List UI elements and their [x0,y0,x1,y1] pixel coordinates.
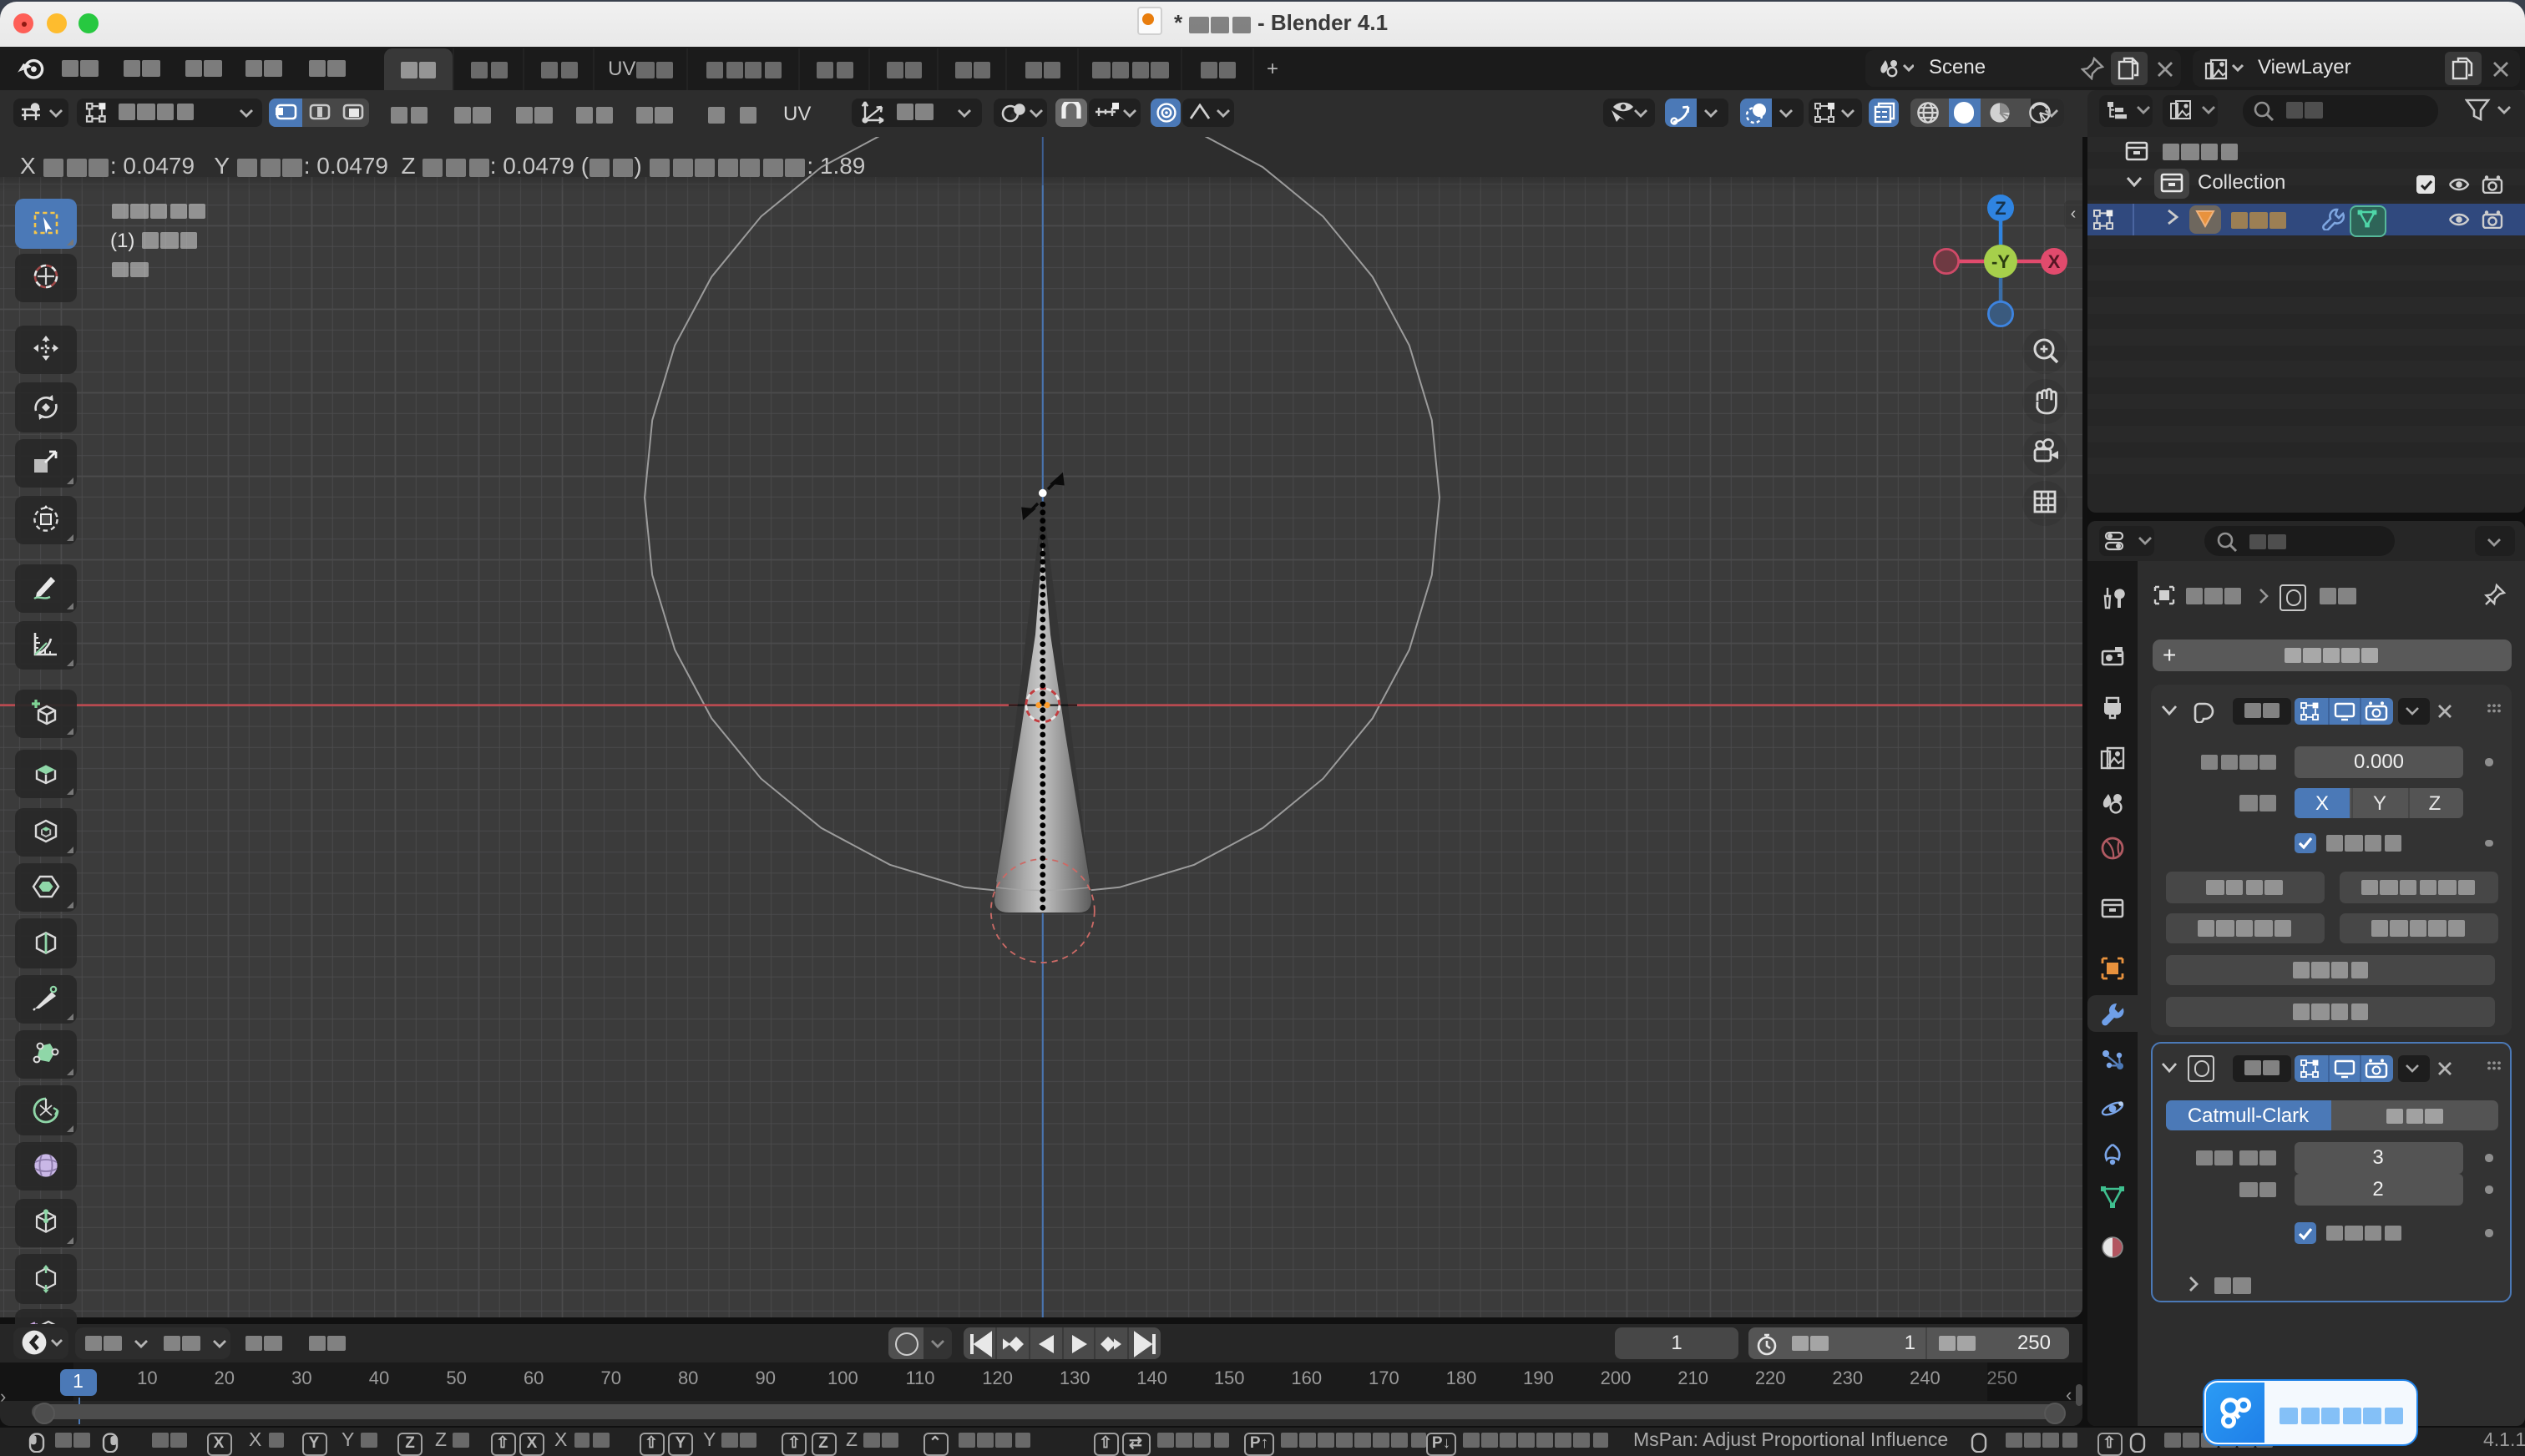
svg-text:Z: Z [1995,198,2006,219]
svg-text:-Y: -Y [1991,251,2010,272]
svg-text:X: X [2048,251,2061,272]
